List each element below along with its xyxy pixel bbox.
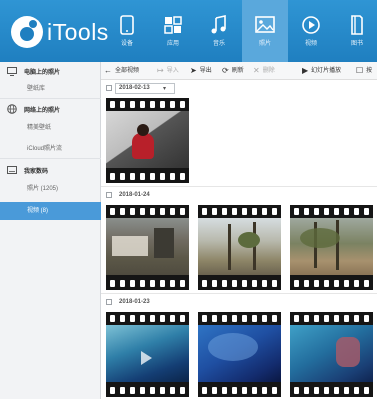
sidebar-item-photos[interactable]: 照片 (1205) — [0, 180, 101, 198]
apps-icon — [164, 16, 182, 34]
photo-icon — [255, 16, 275, 33]
video-thumbnail[interactable] — [106, 205, 189, 290]
sidebar-item-icloud-photostream[interactable]: iCloud照片流 — [0, 140, 101, 158]
sidebar-section-computer-photos[interactable]: 电脑上的照片 — [0, 62, 101, 80]
nav-tab-books[interactable]: 图书 — [334, 0, 377, 62]
nav-tab-apps[interactable]: 应用 — [150, 0, 196, 62]
sidebar-section-my-device[interactable]: 我家数码 — [0, 161, 101, 179]
phone-icon — [7, 166, 17, 174]
video-icon — [302, 16, 320, 34]
globe-icon — [7, 104, 17, 114]
group-select-checkbox[interactable] — [106, 85, 112, 91]
import-button[interactable]: ↦ 导入 — [157, 62, 179, 80]
monitor-icon — [7, 66, 17, 76]
group-select-checkbox[interactable] — [106, 299, 112, 305]
sidebar-section-online-photos[interactable]: 网络上的照片 — [0, 100, 101, 118]
app-name: iTools — [47, 19, 109, 45]
date-group-header: 2018-01-23 — [101, 294, 377, 310]
delete-button[interactable]: ✕ 删除 — [253, 62, 275, 80]
itools-window: iTools 设备 应用 音乐 照片 视频 图书 电脑上的照片 壁纸库 网络上的… — [0, 0, 377, 399]
select-all-button[interactable]: ← 全部视频 — [104, 62, 139, 80]
sort-button[interactable]: ☐ 按 — [356, 62, 372, 80]
music-icon — [211, 15, 226, 34]
video-thumbnail[interactable] — [106, 98, 189, 183]
video-thumbnail[interactable] — [290, 205, 373, 290]
play-icon: ▶ — [302, 66, 309, 75]
group-select-checkbox[interactable] — [106, 192, 112, 198]
main-nav: 设备 应用 音乐 照片 视频 图书 — [104, 0, 377, 62]
slideshow-button[interactable]: ▶ 幻灯片播放 — [302, 62, 341, 80]
top-bar: iTools 设备 应用 音乐 照片 视频 图书 — [0, 0, 377, 62]
video-thumbnail[interactable] — [106, 312, 189, 397]
checkbox-icon: ☐ — [356, 66, 364, 75]
sidebar-item-wallpaper-library[interactable]: 壁纸库 — [0, 80, 101, 98]
video-grid: 2018-02-13 ▾ 2018-01-24 2018-01-23 — [101, 80, 377, 399]
refresh-button[interactable]: ⟳ 刷新 — [222, 62, 244, 80]
logo-icon — [11, 16, 43, 48]
refresh-icon: ⟳ — [222, 66, 229, 75]
nav-tab-video[interactable]: 视频 — [288, 0, 334, 62]
import-icon: ↦ — [157, 66, 164, 75]
sidebar-item-featured-wallpapers[interactable]: 精美壁纸 — [0, 119, 101, 137]
delete-icon: ✕ — [253, 66, 260, 75]
nav-tab-device[interactable]: 设备 — [104, 0, 150, 62]
date-group-header: 2018-01-24 — [101, 187, 377, 203]
toolbar: ← 全部视频 ↦ 导入 ➤ 导出 ⟳ 刷新 ✕ 删除 ▶ 幻灯片播放 ☐ 按 — [101, 62, 377, 80]
device-icon — [120, 15, 134, 35]
back-arrow-icon: ← — [104, 66, 112, 75]
video-thumbnail[interactable] — [290, 312, 373, 397]
chevron-down-icon: ▾ — [163, 85, 167, 92]
sidebar-item-videos[interactable]: 视频 (8) — [0, 202, 101, 220]
play-icon — [141, 351, 152, 365]
video-thumbnail[interactable] — [198, 312, 281, 397]
film-perforations — [108, 100, 187, 109]
export-button[interactable]: ➤ 导出 — [190, 62, 212, 80]
video-thumbnail[interactable] — [198, 205, 281, 290]
nav-tab-photos[interactable]: 照片 — [242, 0, 288, 62]
sidebar: 电脑上的照片 壁纸库 网络上的照片 精美壁纸 iCloud照片流 我家数码 照片… — [0, 62, 101, 399]
nav-tab-music[interactable]: 音乐 — [196, 0, 242, 62]
export-icon: ➤ — [190, 66, 197, 75]
app-logo[interactable]: iTools — [11, 16, 111, 50]
date-group-header: 2018-02-13 ▾ — [101, 80, 377, 96]
book-icon — [351, 15, 363, 35]
